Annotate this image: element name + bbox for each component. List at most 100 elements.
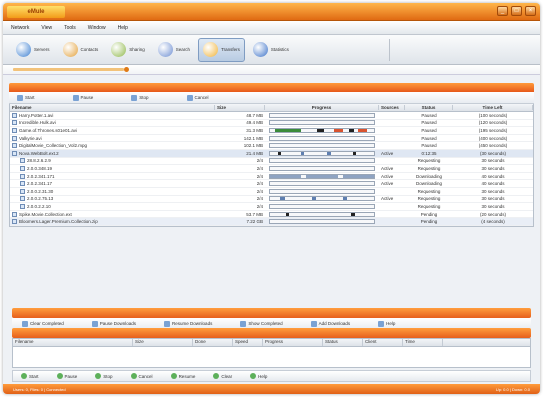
table-row[interactable]: Game.of.Thrones.s01e01.avi 31.3 MB Paused (… (10, 127, 533, 135)
toolbar-label: Servers (34, 47, 50, 52)
progress-bar (269, 120, 375, 126)
row-size: 102.1 MB (243, 143, 263, 149)
uploads-col[interactable]: Size (133, 339, 193, 346)
table-row[interactable]: Incredible.Hulk.avi 49.4 MB Paused (120 sec… (10, 120, 533, 128)
table-row[interactable]: 2.0.0.2.2.10 2/4 Requesting 30 seconds (10, 203, 533, 211)
toolbar-transfers-button[interactable]: Transfers (198, 37, 245, 62)
uploads-table: Filename Size Done Speed Progress Status Clien… (12, 338, 531, 368)
toolbar-search-button[interactable]: Search (153, 38, 195, 62)
row-filename: 2.0.0.2.31.30 (10, 188, 215, 194)
bottom-btn-6[interactable]: Help (250, 373, 267, 379)
action-label: Help (386, 321, 396, 326)
uploads-btn-2[interactable]: Resume Downloads (164, 320, 212, 327)
uploads-btn-3[interactable]: Show Completed (240, 320, 283, 327)
row-size: 2/4 (256, 158, 263, 164)
table-row[interactable]: 2.0.2.341.17 2/4 Active Downloading 40 secon… (10, 180, 533, 188)
col-status[interactable]: Status (405, 105, 453, 110)
menu-tools[interactable]: Tools (64, 25, 76, 31)
table-row[interactable]: 2.0.0.2.31.30 2/4 Requesting 30 seconds (10, 188, 533, 196)
col-size[interactable]: Size (215, 105, 265, 110)
progress-bar (269, 135, 375, 141)
file-icon (12, 219, 17, 225)
row-progress (265, 127, 379, 133)
table-row[interactable]: Bloomers.Lager.Premium.Collection.zip 7.2… (10, 218, 533, 226)
progress-knob[interactable] (124, 67, 130, 72)
col-sources[interactable]: Sources (379, 105, 405, 110)
row-time-left: (400 seconds) (478, 135, 508, 141)
uploads-col[interactable]: Client (363, 339, 403, 346)
table-row[interactable]: DigitalMovie_Collection_Vol2.mpg 102.1 MB… (10, 142, 533, 150)
filename-text: Spike.Movie.Collection.ext (19, 211, 72, 217)
menu-help[interactable]: Help (118, 25, 128, 31)
bottom-btn-3[interactable]: Cancel (130, 373, 153, 379)
row-filename: 2.0.0.348.19 (10, 165, 215, 171)
table-row[interactable]: Spike.Movie.Collection.ext 53.7 MB Pending… (10, 211, 533, 219)
play-icon (56, 373, 63, 379)
bottom-btn-0[interactable]: Start (21, 373, 39, 379)
col-time-left[interactable]: Time Left (453, 105, 533, 110)
row-size: 49.4 MB (246, 120, 263, 126)
bottom-btn-1[interactable]: Pause (56, 373, 77, 379)
progress-segment (301, 151, 305, 155)
uploads-col[interactable]: Progress (263, 339, 323, 346)
cancel-button[interactable]: Cancel (186, 94, 209, 101)
uploads-col[interactable]: Status (323, 339, 363, 346)
filename-text: 2.0.2.341.17 (27, 181, 53, 187)
bottom-btn-4[interactable]: Resume (170, 373, 195, 379)
progress-segment (270, 174, 302, 178)
status-bar: Users: 0, Files: 0 | Connected Up: 0.0 |… (3, 384, 540, 394)
action-icon (91, 320, 98, 327)
table-row[interactable]: 2.0.2.341.171 2/4 Active Downloading 40 seco… (10, 173, 533, 181)
toolbar-contacts-button[interactable]: Contacts (58, 38, 104, 62)
menu-window[interactable]: Window (88, 25, 106, 31)
row-time-left: (195 seconds) (478, 127, 508, 133)
row-size: 21.4 MB (246, 150, 263, 156)
row-size: 2/4 (256, 173, 263, 179)
table-row[interactable]: 2.0.0.348.19 2/4 Active Requesting 30 second… (10, 165, 533, 173)
col-progress[interactable]: Progress (265, 105, 379, 110)
start-button[interactable]: Start (17, 94, 35, 101)
table-row[interactable]: 28.8.2.6.2.9 2/4 Requesting 30 seconds (10, 158, 533, 166)
menu-view[interactable]: View (41, 25, 52, 31)
progress-segment (334, 128, 343, 132)
progress-segment (275, 128, 302, 132)
toolbar-servers-button[interactable]: Servers (11, 38, 55, 62)
table-row[interactable]: Valkyrie.avi 142.1 MB Paused (400 seconds) (10, 135, 533, 143)
table-row[interactable]: Nova.WebBolt.ext.2 21.4 MB Active 0:12:35 (3… (10, 149, 533, 158)
close-button[interactable]: × (525, 6, 536, 16)
play-icon (213, 373, 220, 379)
uploads-col[interactable]: Speed (233, 339, 263, 346)
progress-segment (285, 212, 289, 216)
bottom-btn-5[interactable]: Clear (213, 373, 232, 379)
maximize-button[interactable]: □ (511, 6, 522, 16)
play-icon (250, 373, 257, 379)
uploads-btn-0[interactable]: Clear Completed (22, 320, 64, 327)
row-progress (265, 203, 379, 209)
bottom-btn-2[interactable]: Stop (95, 373, 113, 379)
menu-network[interactable]: Network (11, 25, 29, 31)
uploads-btn-1[interactable]: Pause Downloads (91, 320, 136, 327)
toolbar-sharing-button[interactable]: Sharing (106, 38, 150, 62)
stop-button[interactable]: Stop (131, 94, 149, 101)
uploads-col[interactable]: Done (193, 339, 233, 346)
minimize-button[interactable]: _ (497, 6, 508, 16)
uploads-btn-5[interactable]: Help (378, 320, 396, 327)
stop-icon (131, 94, 138, 101)
row-progress (265, 211, 379, 217)
action-label: Clear Completed (30, 321, 64, 326)
toolbar-statistics-button[interactable]: Statistics (248, 38, 294, 62)
filename-text: 2.0.0.348.19 (27, 165, 53, 171)
row-progress (265, 120, 379, 126)
uploads-col[interactable]: Time (403, 339, 443, 346)
play-icon (130, 373, 137, 379)
row-size: 142.1 MB (243, 135, 263, 141)
table-row[interactable]: Harry.Potter.1.avi 48.7 MB Paused (100 seco… (10, 112, 533, 120)
filename-text: 2.0.0.2.31.30 (27, 188, 54, 194)
table-header: Filename Size Progress Sources Status Ti… (10, 104, 533, 112)
uploads-col[interactable]: Filename (13, 339, 133, 346)
progress-segment (280, 197, 285, 201)
uploads-btn-4[interactable]: Add Downloads (310, 320, 350, 327)
col-filename[interactable]: Filename (10, 105, 215, 110)
table-row[interactable]: 2.0.0.2.75.13 2/4 Active Requesting 30 secon… (10, 196, 533, 204)
pause-button[interactable]: Pause (72, 94, 93, 101)
